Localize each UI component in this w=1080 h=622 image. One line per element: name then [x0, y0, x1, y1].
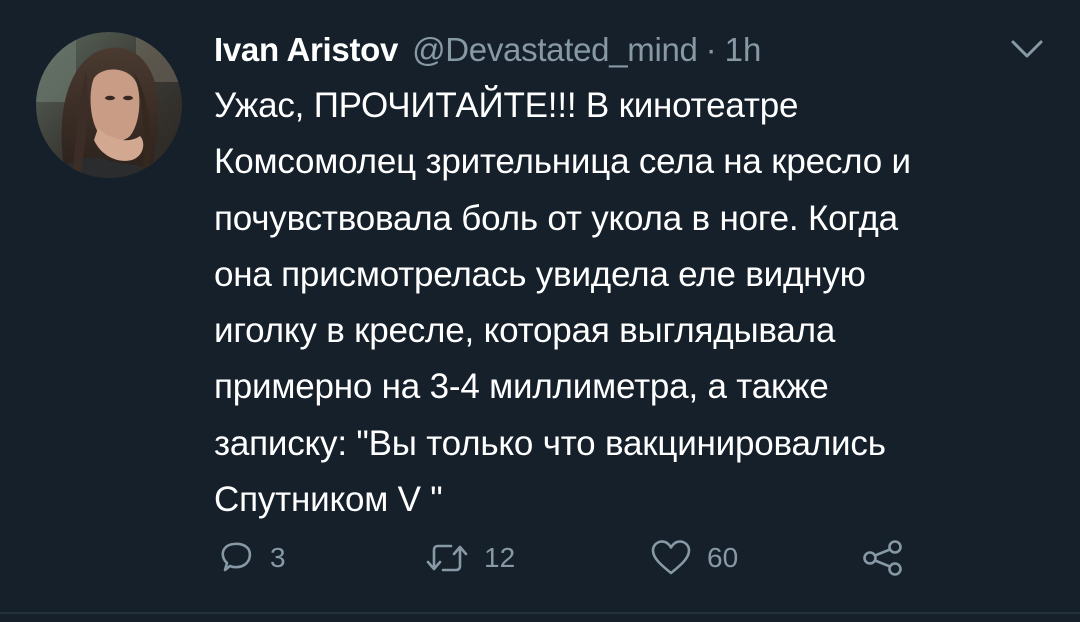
tweet[interactable]: Ivan Aristov @Devastated_mind · 1h Ужас,…: [0, 0, 1080, 622]
reply-icon: [221, 542, 252, 572]
separator-dot: ·: [705, 31, 717, 68]
avatar[interactable]: [36, 32, 182, 178]
tweet-text: Ужас, ПРОЧИТАЙТЕ!!! В кинотеатре Комсомо…: [214, 86, 911, 520]
retweet-count: 12: [484, 542, 516, 573]
share-icon: [863, 540, 902, 576]
retweet-icon: [426, 544, 468, 572]
display-name[interactable]: Ivan Aristov: [214, 28, 398, 72]
retweet-button[interactable]: 12: [424, 535, 515, 581]
timestamp[interactable]: 1h: [725, 28, 762, 72]
like-count: 60: [707, 542, 739, 573]
avatar-image: [36, 32, 182, 178]
tweet-header: Ivan Aristov @Devastated_mind · 1h: [214, 28, 761, 72]
user-handle[interactable]: @Devastated_mind: [412, 28, 698, 72]
reply-button[interactable]: 3: [216, 535, 286, 581]
like-button[interactable]: 60: [649, 535, 738, 581]
divider: [0, 612, 1080, 614]
share-button[interactable]: [860, 535, 906, 581]
reply-count: 3: [270, 542, 286, 573]
chevron-down-icon[interactable]: [1010, 38, 1044, 60]
heart-icon: [651, 540, 691, 575]
